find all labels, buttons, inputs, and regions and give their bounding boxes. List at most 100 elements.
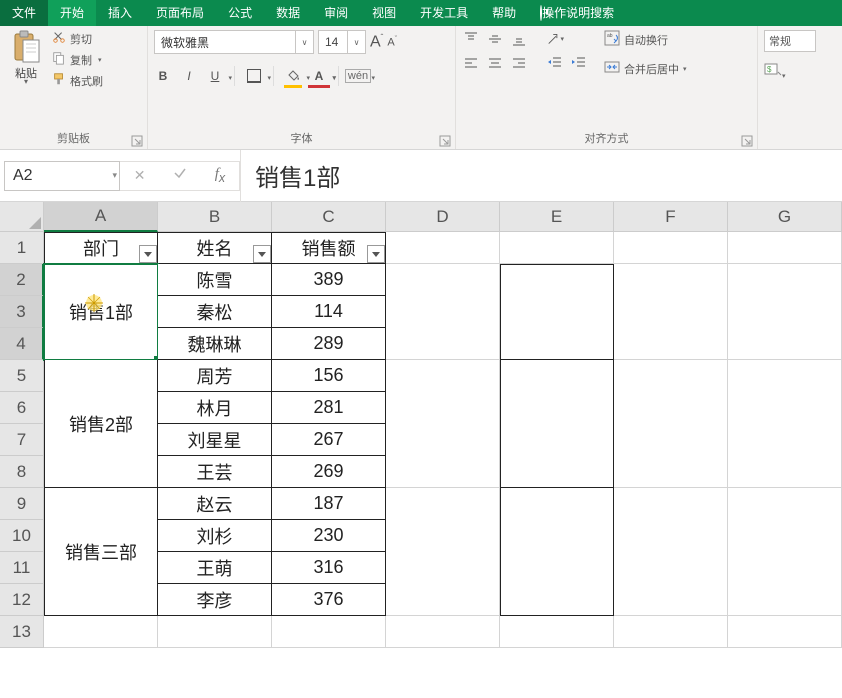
- cell-c9[interactable]: 187: [272, 488, 386, 520]
- phonetic-button[interactable]: wén▾: [349, 67, 367, 85]
- cell-a1[interactable]: 部门: [44, 232, 158, 264]
- formula-bar[interactable]: 销售1部: [240, 150, 842, 202]
- tab-insert[interactable]: 插入: [96, 0, 144, 26]
- tab-file[interactable]: 文件: [0, 0, 48, 26]
- cell-b7[interactable]: 刘星星: [158, 424, 272, 456]
- cell-a5-merged[interactable]: 销售2部: [44, 360, 158, 488]
- cell-c5[interactable]: 156: [272, 360, 386, 392]
- decrease-indent-button[interactable]: [546, 54, 564, 72]
- cell-a13[interactable]: [44, 616, 158, 648]
- row-header-6[interactable]: 6: [0, 392, 44, 424]
- merge-center-button[interactable]: 合并后居中 ▾: [604, 59, 687, 78]
- col-header-a[interactable]: A: [44, 202, 158, 232]
- align-left-button[interactable]: [462, 54, 480, 72]
- col-header-e[interactable]: E: [500, 202, 614, 232]
- cell-c4[interactable]: 289: [272, 328, 386, 360]
- italic-button[interactable]: I: [180, 67, 198, 85]
- cell-e1[interactable]: [500, 232, 614, 264]
- cell-c3[interactable]: 114: [272, 296, 386, 328]
- dialog-launcher-icon[interactable]: [741, 135, 753, 147]
- select-all-triangle[interactable]: [0, 202, 44, 232]
- cell-e5-merged[interactable]: [500, 360, 614, 488]
- shrink-font-button[interactable]: Aˇ: [387, 36, 397, 49]
- cell-g2[interactable]: [728, 264, 842, 360]
- cell-d5[interactable]: [386, 360, 500, 488]
- col-header-b[interactable]: B: [158, 202, 272, 232]
- cell-e9-merged[interactable]: [500, 488, 614, 616]
- cell-b6[interactable]: 林月: [158, 392, 272, 424]
- tab-view[interactable]: 视图: [360, 0, 408, 26]
- align-bottom-button[interactable]: [510, 30, 528, 48]
- format-painter-button[interactable]: 格式刷: [52, 72, 103, 89]
- cell-b12[interactable]: 李彦: [158, 584, 272, 616]
- font-name-select[interactable]: 微软雅黑 ∨: [154, 30, 314, 54]
- wrap-text-button[interactable]: ab 自动换行: [604, 30, 687, 49]
- row-header-8[interactable]: 8: [0, 456, 44, 488]
- confirm-icon[interactable]: [173, 166, 187, 185]
- number-format-select[interactable]: 常规: [764, 30, 816, 52]
- cell-c12[interactable]: 376: [272, 584, 386, 616]
- tell-me-search[interactable]: 操作说明搜索: [528, 0, 626, 26]
- tab-page-layout[interactable]: 页面布局: [144, 0, 216, 26]
- cell-g9[interactable]: [728, 488, 842, 616]
- cell-a2-merged[interactable]: 销售1部: [44, 264, 158, 360]
- fx-icon[interactable]: fx: [215, 166, 225, 185]
- cell-c10[interactable]: 230: [272, 520, 386, 552]
- row-header-4[interactable]: 4: [0, 328, 44, 360]
- row-header-12[interactable]: 12: [0, 584, 44, 616]
- tab-formulas[interactable]: 公式: [216, 0, 264, 26]
- cell-b9[interactable]: 赵云: [158, 488, 272, 520]
- cancel-icon[interactable]: ✕: [134, 167, 146, 184]
- align-top-button[interactable]: [462, 30, 480, 48]
- font-color-button[interactable]: A▾: [310, 67, 328, 85]
- fill-color-button[interactable]: ▾: [284, 67, 302, 85]
- tab-review[interactable]: 审阅: [312, 0, 360, 26]
- row-header-5[interactable]: 5: [0, 360, 44, 392]
- cell-c1[interactable]: 销售额: [272, 232, 386, 264]
- tab-developer[interactable]: 开发工具: [408, 0, 480, 26]
- align-middle-button[interactable]: [486, 30, 504, 48]
- row-header-3[interactable]: 3: [0, 296, 44, 328]
- name-box[interactable]: A2 ▾: [4, 161, 120, 191]
- cell-g1[interactable]: [728, 232, 842, 264]
- filter-dropdown-icon[interactable]: [139, 245, 157, 263]
- cell-c2[interactable]: 389: [272, 264, 386, 296]
- row-header-10[interactable]: 10: [0, 520, 44, 552]
- copy-button[interactable]: 复制▾: [52, 51, 103, 68]
- cell-c8[interactable]: 269: [272, 456, 386, 488]
- dialog-launcher-icon[interactable]: [439, 135, 451, 147]
- align-right-button[interactable]: [510, 54, 528, 72]
- row-header-9[interactable]: 9: [0, 488, 44, 520]
- cell-b11[interactable]: 王萌: [158, 552, 272, 584]
- cell-d2[interactable]: [386, 264, 500, 360]
- filter-dropdown-icon[interactable]: [367, 245, 385, 263]
- cell-b2[interactable]: 陈雪: [158, 264, 272, 296]
- cell-g5[interactable]: [728, 360, 842, 488]
- cell-f9[interactable]: [614, 488, 728, 616]
- cell-f2[interactable]: [614, 264, 728, 360]
- row-header-1[interactable]: 1: [0, 232, 44, 264]
- cut-button[interactable]: 剪切: [52, 30, 103, 47]
- cell-b5[interactable]: 周芳: [158, 360, 272, 392]
- cell-b10[interactable]: 刘杉: [158, 520, 272, 552]
- col-header-d[interactable]: D: [386, 202, 500, 232]
- filter-dropdown-icon[interactable]: [253, 245, 271, 263]
- cell-f1[interactable]: [614, 232, 728, 264]
- cell-c13[interactable]: [272, 616, 386, 648]
- bold-button[interactable]: B: [154, 67, 172, 85]
- row-header-13[interactable]: 13: [0, 616, 44, 648]
- cell-e13[interactable]: [500, 616, 614, 648]
- tab-home[interactable]: 开始: [48, 0, 96, 26]
- cell-c7[interactable]: 267: [272, 424, 386, 456]
- orientation-button[interactable]: ▾: [546, 30, 564, 48]
- increase-indent-button[interactable]: [570, 54, 588, 72]
- cell-e2-merged[interactable]: [500, 264, 614, 360]
- tab-help[interactable]: 帮助: [480, 0, 528, 26]
- cell-c11[interactable]: 316: [272, 552, 386, 584]
- font-size-select[interactable]: 14 ∨: [318, 30, 366, 54]
- tab-data[interactable]: 数据: [264, 0, 312, 26]
- dialog-launcher-icon[interactable]: [131, 135, 143, 147]
- align-center-button[interactable]: [486, 54, 504, 72]
- underline-button[interactable]: U▾: [206, 67, 224, 85]
- col-header-f[interactable]: F: [614, 202, 728, 232]
